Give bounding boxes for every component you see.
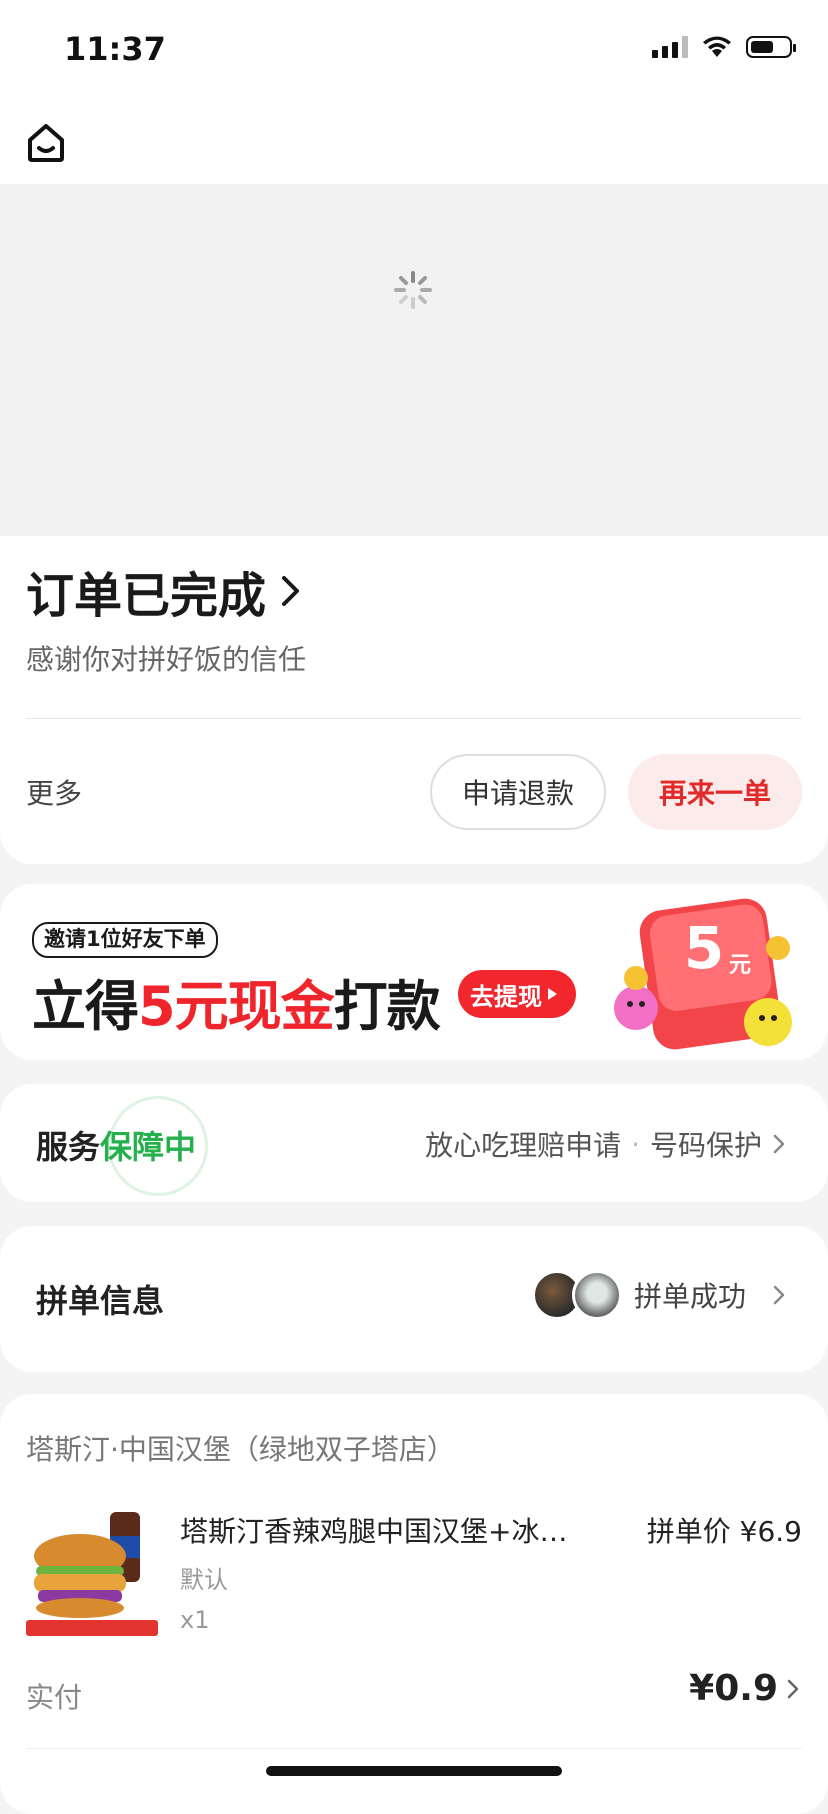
status-bar: 11:37 [0,0,828,100]
service-label-highlight: 保障中 [100,1128,197,1166]
paid-label: 实付 [26,1681,83,1714]
divider [26,1748,802,1749]
more-button[interactable]: 更多 [26,772,82,812]
withdraw-label: 去提现 [470,982,542,1011]
cellular-signal-icon [652,36,688,58]
invite-tag: 邀请1位好友下单 [32,922,218,958]
group-status-text: 拼单成功 [633,1280,746,1313]
status-icons [652,36,796,58]
order-status-card: 订单已完成 感谢你对拼好饭的信任 更多 申请退款 再来一单 [0,536,828,864]
service-label-prefix: 服务 [36,1128,101,1166]
paid-amount-row[interactable]: ¥0.9 [689,1668,800,1709]
reorder-button[interactable]: 再来一单 [628,754,802,830]
group-order-label: 拼单信息 [36,1282,165,1320]
divider [26,718,802,719]
service-links[interactable]: 放心吃理赔申请 · 号码保护 [425,1124,786,1164]
food-image[interactable] [26,1506,158,1636]
separator-dot: · [631,1127,640,1161]
paid-amount: ¥0.9 [689,1668,778,1709]
chevron-right-icon [282,576,300,606]
order-status-text: 订单已完成 [26,568,267,624]
loading-spinner-icon [394,271,432,309]
withdraw-button[interactable]: 去提现 [458,970,576,1018]
chevron-right-icon [787,1679,799,1698]
item-price: 拼单价 ¥6.9 [646,1515,802,1548]
store-order-card: 塔斯汀·中国汉堡（绿地双子塔店） 塔斯汀香辣鸡腿中国汉堡+冰… 拼单价 ¥6.9… [0,1394,828,1814]
play-arrow-icon [548,988,557,1000]
chevron-right-icon [773,1134,785,1154]
invite-promo-banner[interactable]: 邀请1位好友下单 立得5元现金打款 去提现 5 元 [0,884,828,1060]
home-indicator[interactable] [266,1766,562,1776]
item-spec: 默认 [180,1566,228,1594]
promo-headline: 立得5元现金打款 [32,962,441,1041]
thanks-text: 感谢你对拼好饭的信任 [26,643,307,676]
map-loading-area [0,184,828,538]
wifi-icon [703,36,731,57]
battery-icon [746,36,796,58]
item-name[interactable]: 塔斯汀香辣鸡腿中国汉堡+冰… [180,1510,600,1550]
coupon-unit: 元 [729,953,751,978]
service-label: 服务保障中 [36,1122,196,1168]
claim-link[interactable]: 放心吃理赔申请 [425,1124,621,1164]
service-guarantee-card: 服务保障中 放心吃理赔申请 · 号码保护 [0,1084,828,1202]
red-envelope-illustration: 5 元 [614,898,792,1050]
group-order-status-row[interactable]: 拼单成功 [531,1270,786,1320]
number-protection-link[interactable]: 号码保护 [650,1124,762,1164]
home-icon[interactable] [22,118,70,166]
store-name[interactable]: 塔斯汀·中国汉堡（绿地双子塔店） [26,1428,455,1468]
promo-suffix: 打款 [333,975,441,1038]
promo-prefix: 立得 [32,975,139,1038]
promo-highlight: 5元现金 [138,975,335,1038]
status-time: 11:37 [64,30,166,68]
order-status-title[interactable]: 订单已完成 [26,556,302,626]
item-quantity: x1 [180,1606,210,1634]
avatar [571,1270,622,1320]
chevron-right-icon [773,1285,785,1305]
coupon-amount: 5 [684,914,724,982]
group-order-card: 拼单信息 拼单成功 [0,1226,828,1372]
refund-button[interactable]: 申请退款 [430,754,606,830]
nav-bar [0,100,828,184]
